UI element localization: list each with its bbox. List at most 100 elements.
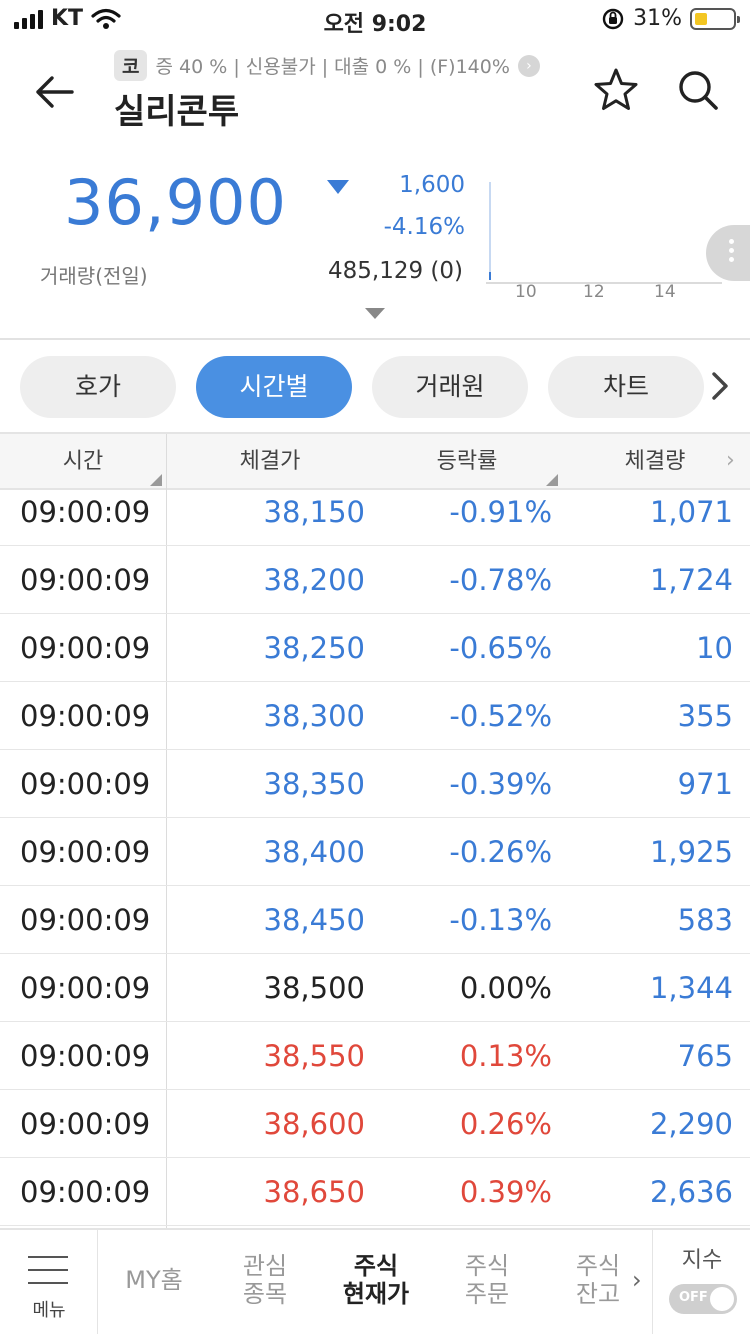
row-volume: 2,290 xyxy=(649,1107,733,1141)
search-icon[interactable] xyxy=(672,64,724,116)
row-price: 38,600 xyxy=(263,1107,365,1141)
row-time: 09:00:09 xyxy=(20,971,151,1005)
row-change-rate: 0.39% xyxy=(459,1175,552,1209)
table-row[interactable]: 09:00:09 38,650 0.39% 2,636 xyxy=(0,1158,750,1226)
table-row[interactable]: 09:00:09 38,150 -0.91% 1,071 xyxy=(0,490,750,546)
row-volume: 2,636 xyxy=(649,1175,733,1209)
tab-order-book[interactable]: 호가 xyxy=(20,356,176,418)
rotation-lock-icon xyxy=(602,8,624,29)
expand-caret-icon[interactable] xyxy=(365,308,385,319)
nav-watchlist[interactable]: 관심 종목 xyxy=(215,1252,315,1308)
toggle-text: OFF xyxy=(679,1290,708,1305)
tab-brokers[interactable]: 거래원 xyxy=(372,356,528,418)
stock-sub-info[interactable]: 코 증 40 % | 신용불가 | 대출 0 % | (F)140% › xyxy=(114,50,540,81)
row-volume: 1,344 xyxy=(649,971,733,1005)
row-volume: 765 xyxy=(677,1039,733,1073)
row-change-rate: 0.26% xyxy=(459,1107,552,1141)
row-volume: 10 xyxy=(696,631,733,665)
row-volume: 1,071 xyxy=(649,495,733,529)
row-time: 09:00:09 xyxy=(20,699,151,733)
more-dots-icon xyxy=(729,239,735,266)
nav-stock-price[interactable]: 주식 현재가 xyxy=(326,1252,426,1308)
down-triangle-icon xyxy=(327,180,349,194)
margin-info-text: 증 40 % | 신용불가 | 대출 0 % | (F)140% xyxy=(155,56,510,78)
row-volume: 583 xyxy=(677,903,733,937)
chevron-right-icon[interactable]: › xyxy=(632,1266,642,1294)
divider xyxy=(0,338,750,340)
row-price: 38,350 xyxy=(263,767,365,801)
stock-name: 실리콘투 xyxy=(114,92,240,132)
table-row[interactable]: 09:00:09 38,400 -0.26% 1,925 xyxy=(0,818,750,886)
table-row[interactable]: 09:00:09 38,200 -0.78% 1,724 xyxy=(0,546,750,614)
sort-corner-icon xyxy=(150,474,162,486)
bottom-navigation: 메뉴 MY홈 관심 종목 주식 현재가 주식 주문 주식 잔고 › 지수 OFF xyxy=(0,1228,750,1334)
status-bar: KT 오전 9:02 31% xyxy=(0,0,750,40)
row-change-rate: 0.00% xyxy=(459,971,552,1005)
chevron-right-icon[interactable] xyxy=(702,366,738,406)
chart-tick-label: 14 xyxy=(654,282,676,302)
table-row[interactable]: 09:00:09 38,600 0.26% 2,290 xyxy=(0,1090,750,1158)
table-row[interactable]: 09:00:09 38,300 -0.52% 355 xyxy=(0,682,750,750)
row-volume: 355 xyxy=(677,699,733,733)
chart-tick-label: 10 xyxy=(515,282,537,302)
row-time: 09:00:09 xyxy=(20,563,151,597)
battery-icon xyxy=(690,7,740,30)
stock-header: 코 증 40 % | 신용불가 | 대출 0 % | (F)140% › 실리콘… xyxy=(0,44,750,140)
menu-button[interactable]: 메뉴 xyxy=(0,1230,98,1334)
tab-chart[interactable]: 차트 xyxy=(548,356,704,418)
volume-value: 485,129 (0) xyxy=(327,258,463,284)
row-change-rate: -0.52% xyxy=(449,699,552,733)
table-row[interactable]: 09:00:09 38,550 0.13% 765 xyxy=(0,1022,750,1090)
row-change-rate: -0.39% xyxy=(449,767,552,801)
row-time: 09:00:09 xyxy=(20,631,151,665)
nav-label: 주문 xyxy=(464,1280,510,1308)
price-change: 1,600 xyxy=(399,172,465,198)
row-change-rate: 0.13% xyxy=(459,1039,552,1073)
index-label: 지수 xyxy=(681,1248,723,1273)
table-row[interactable]: 09:00:09 38,500 0.00% 1,344 xyxy=(0,954,750,1022)
table-header: 시간 체결가 등락률 체결량 › xyxy=(0,432,750,490)
market-badge: 코 xyxy=(114,50,148,81)
row-change-rate: -0.91% xyxy=(449,495,552,529)
header-volume[interactable]: 체결량 xyxy=(560,434,750,490)
row-change-rate: -0.26% xyxy=(449,835,552,869)
toggle-knob xyxy=(710,1287,734,1311)
back-arrow-icon[interactable] xyxy=(28,68,84,116)
row-change-rate: -0.13% xyxy=(449,903,552,937)
header-change-rate[interactable]: 등락률 xyxy=(374,434,560,490)
row-volume: 1,925 xyxy=(649,835,733,869)
volume-label: 거래량(전일) xyxy=(40,264,148,288)
chevron-right-icon: › xyxy=(517,54,540,77)
status-right: 31% xyxy=(601,6,740,31)
table-row[interactable]: 09:00:09 38,350 -0.39% 971 xyxy=(0,750,750,818)
nav-stock-order[interactable]: 주식 주문 xyxy=(437,1252,537,1308)
price-panel: 36,900 거래량(전일) 1,600 -4.16% 485,129 (0) … xyxy=(0,160,750,340)
trade-list[interactable]: 09:00:09 38,150 -0.91% 1,071 09:00:09 38,200 -… xyxy=(0,490,750,1228)
chevron-right-icon[interactable]: › xyxy=(726,448,735,473)
table-row[interactable]: 09:00:09 38,450 -0.13% 583 xyxy=(0,886,750,954)
row-time: 09:00:09 xyxy=(20,495,151,529)
row-time: 09:00:09 xyxy=(20,835,151,869)
row-price: 38,550 xyxy=(263,1039,365,1073)
row-time: 09:00:09 xyxy=(20,1175,151,1209)
header-time[interactable]: 시간 xyxy=(0,434,166,490)
row-price: 38,250 xyxy=(263,631,365,665)
star-icon[interactable] xyxy=(590,64,642,116)
row-price: 38,500 xyxy=(263,971,365,1005)
nav-label: 주식 xyxy=(353,1252,399,1280)
table-row[interactable]: 09:00:09 38,250 -0.65% 10 xyxy=(0,614,750,682)
hamburger-icon xyxy=(28,1256,68,1295)
tab-by-time[interactable]: 시간별 xyxy=(196,356,352,418)
nav-my-home[interactable]: MY홈 xyxy=(104,1266,204,1294)
nav-label: 현재가 xyxy=(342,1280,410,1308)
menu-label: 메뉴 xyxy=(32,1300,66,1321)
row-price: 38,150 xyxy=(263,495,365,529)
row-change-rate: -0.78% xyxy=(449,563,552,597)
battery-percentage: 31% xyxy=(633,6,682,31)
index-toggle[interactable]: OFF xyxy=(669,1284,737,1314)
nav-label: 관심 xyxy=(242,1252,288,1280)
row-price: 38,450 xyxy=(263,903,365,937)
row-time: 09:00:09 xyxy=(20,767,151,801)
tab-bar: 호가 시간별 거래원 차트 xyxy=(20,356,750,418)
row-price: 38,400 xyxy=(263,835,365,869)
